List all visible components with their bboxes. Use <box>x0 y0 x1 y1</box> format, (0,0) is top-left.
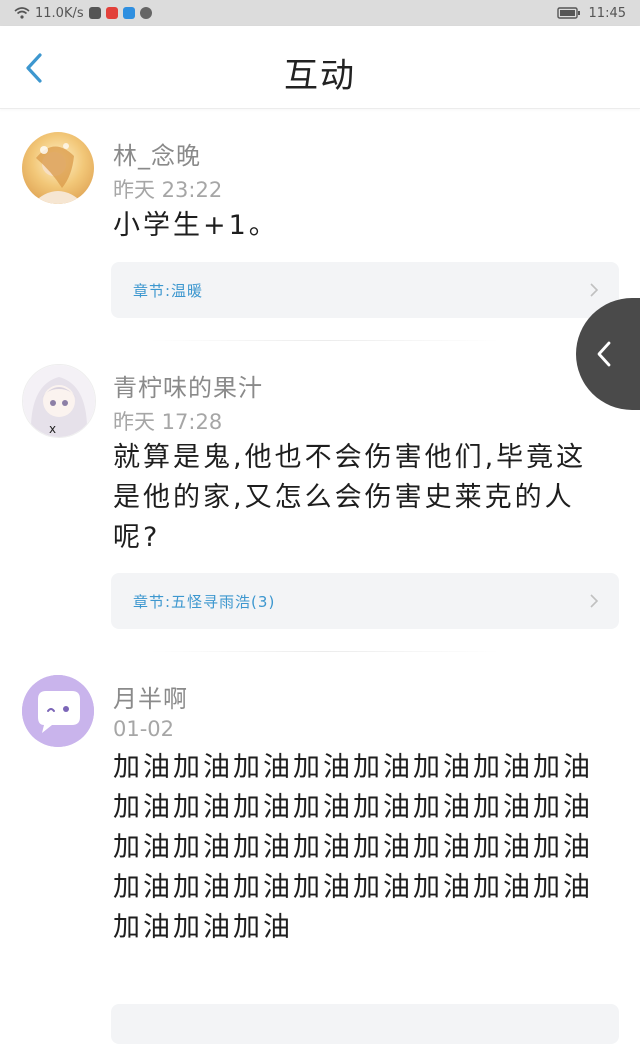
chevron-right-icon <box>590 283 599 297</box>
username[interactable]: 林_念晚 <box>113 136 201 171</box>
network-speed: 11.0K/s <box>35 5 84 21</box>
status-bar: 11.0K/s 11:45 <box>0 0 640 26</box>
app-icon <box>122 7 135 19</box>
avatar[interactable]: x <box>22 364 96 438</box>
avatar[interactable] <box>22 675 94 747</box>
divider <box>150 340 500 341</box>
timestamp: 昨天 23:22 <box>113 178 223 202</box>
chapter-label: 章节:温暖 <box>133 282 204 300</box>
comment-text: 加油加油加油加油加油加油加油加油加油加油加油加油加油加油加油加油加油加油加油加油… <box>113 752 593 943</box>
comment-text: 小学生+1。 <box>113 210 279 241</box>
chevron-right-icon <box>590 594 599 608</box>
username[interactable]: 青柠味的果汁 <box>113 368 263 403</box>
chapter-link[interactable]: 章节:五怪寻雨浩(3) <box>111 573 619 629</box>
header: 互动 <box>0 26 640 109</box>
chapter-link[interactable]: 章节:温暖 <box>111 262 619 318</box>
chevron-left-icon <box>597 341 611 367</box>
page-title: 互动 <box>284 56 356 96</box>
battery-icon <box>556 7 580 19</box>
clock: 11:45 <box>588 5 626 21</box>
wifi-icon <box>14 7 30 19</box>
svg-text:x: x <box>49 422 56 436</box>
timestamp: 昨天 17:28 <box>113 410 223 434</box>
chapter-link[interactable] <box>111 1004 619 1044</box>
avatar[interactable] <box>22 132 94 204</box>
timestamp: 01-02 <box>113 717 175 741</box>
username[interactable]: 月半啊 <box>113 679 188 714</box>
chapter-label: 章节:五怪寻雨浩(3) <box>133 593 276 611</box>
app-icon <box>88 7 101 19</box>
app-icon <box>105 7 118 19</box>
divider <box>150 651 500 652</box>
app-icon <box>139 7 152 19</box>
comment-text: 就算是鬼,他也不会伤害他们,毕竟这是他的家,又怎么会伤害史莱克的人呢? <box>113 442 587 553</box>
